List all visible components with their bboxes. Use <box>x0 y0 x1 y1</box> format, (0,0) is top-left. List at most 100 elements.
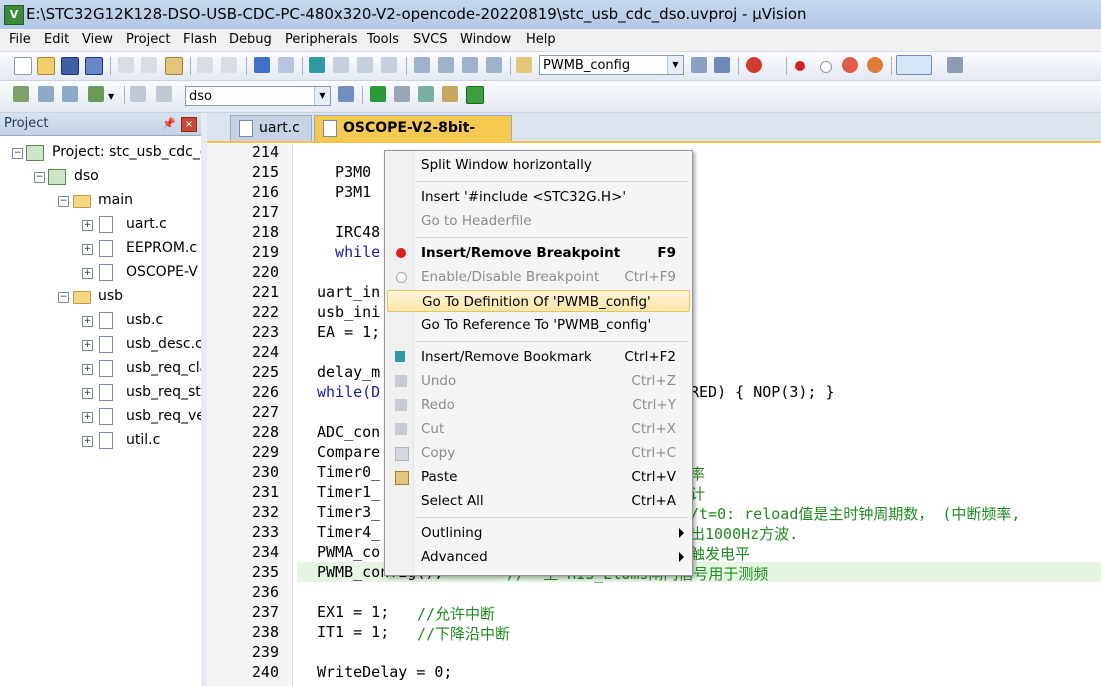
comment-icon[interactable] <box>462 57 478 73</box>
tree-item[interactable]: usb_desc.c <box>126 334 203 354</box>
menu-window[interactable]: Window <box>460 32 511 47</box>
expand-icon[interactable]: + <box>82 412 93 423</box>
tree-item[interactable]: usb_req_ve <box>126 406 205 426</box>
bookmark-flag-icon[interactable] <box>309 57 325 73</box>
menu-item-paste[interactable]: Paste Ctrl+V <box>387 466 690 488</box>
collapse-icon[interactable]: − <box>34 172 45 183</box>
find-combo[interactable]: PWMB_config ▼ <box>539 55 684 75</box>
tree-item[interactable]: usb.c <box>126 310 163 330</box>
target-combo[interactable]: dso ▼ <box>185 86 331 106</box>
incremental-find-icon[interactable] <box>691 57 707 73</box>
chevron-down-icon[interactable]: ▼ <box>108 92 116 101</box>
collapse-icon[interactable]: − <box>58 196 69 207</box>
manage-components-icon[interactable] <box>370 86 386 102</box>
translate-icon[interactable] <box>13 86 29 102</box>
tree-item[interactable]: usb_req_cla <box>126 358 208 378</box>
clear-bookmarks-icon[interactable] <box>381 57 397 73</box>
expand-icon[interactable]: + <box>82 316 93 327</box>
prev-bookmark-icon[interactable] <box>333 57 349 73</box>
menu-item-insert-remove-bookmark[interactable]: Insert/Remove Bookmark Ctrl+F2 <box>387 346 690 368</box>
menu-item-redo[interactable]: Redo Ctrl+Y <box>387 394 690 416</box>
menu-debug[interactable]: Debug <box>229 32 272 47</box>
navigate-forward-icon[interactable] <box>278 57 294 73</box>
batch-build-icon[interactable] <box>88 86 104 102</box>
window-layout-icon[interactable] <box>896 55 932 75</box>
stop-build-icon[interactable] <box>130 86 146 102</box>
expand-icon[interactable]: + <box>82 220 93 231</box>
run-time-environment-icon[interactable] <box>466 86 484 104</box>
tree-item[interactable]: EEPROM.c <box>126 238 197 258</box>
tree-item[interactable]: util.c <box>126 430 160 450</box>
find-in-files-icon[interactable] <box>516 57 532 73</box>
menu-tools[interactable]: Tools <box>367 32 399 47</box>
tree-item[interactable]: OSCOPE-V <box>126 262 198 282</box>
rebuild-icon[interactable] <box>62 86 78 102</box>
target-options-icon[interactable] <box>338 86 354 102</box>
disable-breakpoint-icon[interactable] <box>820 61 832 73</box>
tab-oscope-v2-8bit-cdc-c[interactable]: OSCOPE-V2-8bit-CDC.c <box>314 115 512 160</box>
download-load-icon[interactable] <box>156 86 172 102</box>
menu-item-outlining[interactable]: Outlining <box>387 522 690 544</box>
pack-installer-icon[interactable] <box>442 86 458 102</box>
chevron-down-icon[interactable]: ▼ <box>667 56 683 74</box>
menu-item-cut[interactable]: Cut Ctrl+X <box>387 418 690 440</box>
menu-item-insert-include-stc32g-h[interactable]: Insert '#include <STC32G.H>' <box>387 186 690 208</box>
menu-view[interactable]: View <box>82 32 113 47</box>
new-file-icon[interactable] <box>14 57 32 75</box>
configure-wrench-icon[interactable] <box>947 57 963 73</box>
pin-icon[interactable]: 📌 <box>162 117 176 130</box>
breakpoint-icon[interactable] <box>795 61 805 71</box>
cut-icon[interactable] <box>118 57 134 73</box>
indent-icon[interactable] <box>414 57 430 73</box>
menu-item-go-to-definition-of-pwmb-config[interactable]: Go To Definition Of 'PWMB_config' <box>387 290 690 312</box>
tree-item[interactable]: main <box>98 190 133 210</box>
uncomment-icon[interactable] <box>486 57 502 73</box>
tree-item[interactable]: usb <box>98 286 123 306</box>
menu-file[interactable]: File <box>9 32 31 47</box>
paste-icon[interactable] <box>165 57 183 75</box>
expand-icon[interactable]: + <box>82 244 93 255</box>
unindent-icon[interactable] <box>438 57 454 73</box>
menu-item-copy[interactable]: Copy Ctrl+C <box>387 442 690 464</box>
manage-project-items-icon[interactable] <box>394 86 410 102</box>
debug-session-icon[interactable] <box>746 57 762 73</box>
open-folder-icon[interactable] <box>37 57 55 75</box>
tree-item[interactable]: usb_req_sto <box>126 382 209 402</box>
tab-uart-c[interactable]: uart.c <box>230 115 312 141</box>
expand-icon[interactable]: + <box>82 436 93 447</box>
redo-icon[interactable] <box>221 57 237 73</box>
save-icon[interactable] <box>61 57 79 75</box>
expand-icon[interactable]: + <box>82 364 93 375</box>
menu-project[interactable]: Project <box>126 32 170 47</box>
menu-item-split-window-horizontally[interactable]: Split Window horizontally <box>387 154 690 176</box>
menu-item-go-to-headerfile[interactable]: Go to Headerfile <box>387 210 690 232</box>
expand-icon[interactable]: + <box>82 340 93 351</box>
menu-item-select-all[interactable]: Select All Ctrl+A <box>387 490 690 512</box>
menu-item-undo[interactable]: Undo Ctrl+Z <box>387 370 690 392</box>
menu-item-insert-remove-breakpoint[interactable]: Insert/Remove Breakpoint F9 <box>387 242 690 264</box>
next-bookmark-icon[interactable] <box>357 57 373 73</box>
menu-edit[interactable]: Edit <box>44 32 69 47</box>
menu-flash[interactable]: Flash <box>183 32 217 47</box>
tree-item[interactable]: Project: stc_usb_cdc_d <box>52 142 209 162</box>
expand-icon[interactable]: + <box>82 268 93 279</box>
expand-icon[interactable]: + <box>82 388 93 399</box>
menu-svcs[interactable]: SVCS <box>413 32 447 47</box>
find-icon[interactable] <box>714 57 730 73</box>
menu-help[interactable]: Help <box>526 32 556 47</box>
select-packs-icon[interactable] <box>418 86 434 102</box>
build-icon[interactable] <box>38 86 54 102</box>
navigate-back-icon[interactable] <box>254 57 270 73</box>
save-all-icon[interactable] <box>85 57 103 75</box>
menu-item-go-to-reference-to-pwmb-config[interactable]: Go To Reference To 'PWMB_config' <box>387 314 690 336</box>
copy-icon[interactable] <box>141 57 157 73</box>
disable-all-breakpoints-icon[interactable] <box>842 57 858 73</box>
collapse-icon[interactable]: − <box>58 292 69 303</box>
tree-item[interactable]: uart.c <box>126 214 167 234</box>
chevron-down-icon[interactable]: ▼ <box>314 87 330 105</box>
tree-item[interactable]: dso <box>74 166 99 186</box>
close-icon[interactable]: × <box>181 117 197 132</box>
undo-icon[interactable] <box>197 57 213 73</box>
menu-item-advanced[interactable]: Advanced <box>387 546 690 568</box>
collapse-icon[interactable]: − <box>12 148 23 159</box>
